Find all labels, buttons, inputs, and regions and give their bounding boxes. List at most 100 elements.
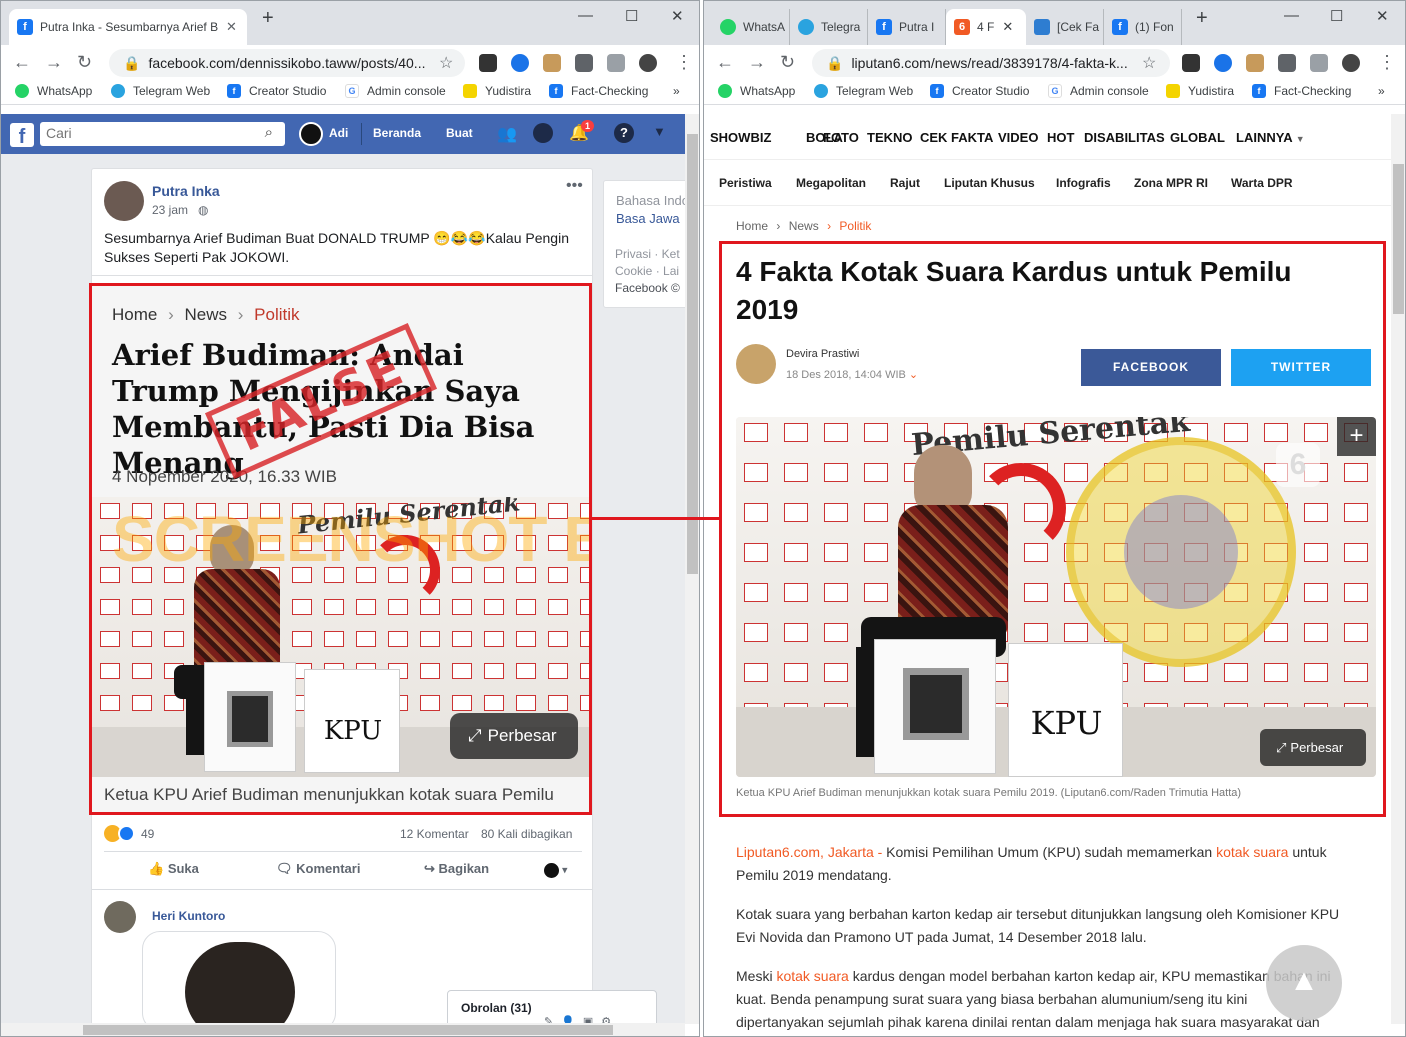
profile-avatar[interactable] bbox=[639, 54, 657, 72]
minimize-icon[interactable]: — bbox=[1284, 7, 1299, 24]
nav-tekno[interactable]: TEKNO bbox=[867, 130, 913, 145]
subnav-megapolitan[interactable]: Megapolitan bbox=[796, 176, 866, 190]
subnav-infografis[interactable]: Infografis bbox=[1056, 176, 1111, 190]
more-bookmarks-icon[interactable]: » bbox=[1378, 84, 1385, 98]
user-name[interactable]: Adi bbox=[329, 126, 348, 140]
extension-c-icon[interactable] bbox=[511, 54, 529, 72]
bookmark-telegram[interactable]: Telegram Web bbox=[814, 84, 913, 98]
minimize-icon[interactable]: — bbox=[578, 7, 593, 24]
media-control-icon[interactable] bbox=[1310, 54, 1328, 72]
share-button[interactable]: ↪ Bagikan bbox=[424, 861, 489, 877]
menu-dots-icon[interactable]: ⋮ bbox=[675, 52, 693, 73]
bookmark-yudistira[interactable]: Yudistira bbox=[1166, 84, 1234, 98]
commenter-avatar[interactable] bbox=[104, 901, 136, 933]
tab-liputan6[interactable]: 64 F ✕ bbox=[946, 9, 1026, 45]
extension-glasses-icon[interactable] bbox=[479, 54, 497, 72]
messenger-icon[interactable] bbox=[533, 123, 553, 143]
nav-create[interactable]: Buat bbox=[446, 126, 473, 140]
bookmark-whatsapp[interactable]: WhatsApp bbox=[718, 84, 795, 98]
reactions[interactable]: 49 bbox=[104, 825, 154, 842]
post-time[interactable]: 23 jam bbox=[152, 203, 188, 217]
tab-whatsapp[interactable]: WhatsA bbox=[712, 9, 790, 45]
subnav-peristiwa[interactable]: Peristiwa bbox=[719, 176, 772, 190]
tab-cek-fakta[interactable]: [Cek Fa bbox=[1026, 9, 1104, 45]
bookmark-fact-checking[interactable]: f Fact-Checking bbox=[549, 84, 648, 98]
nav-global[interactable]: GLOBAL bbox=[1170, 130, 1225, 145]
bookmark-whatsapp[interactable]: WhatsApp bbox=[15, 84, 92, 98]
account-menu-chevron-icon[interactable]: ▼ bbox=[653, 124, 666, 139]
extension-box-icon[interactable] bbox=[1246, 54, 1264, 72]
nav-hot[interactable]: HOT bbox=[1047, 130, 1074, 145]
address-bar[interactable]: 🔒 liputan6.com/news/read/3839178/4-fakta… bbox=[812, 49, 1170, 77]
bookmark-admin-console[interactable]: G Admin console bbox=[345, 84, 446, 98]
subnav-liputan-khusus[interactable]: Liputan Khusus bbox=[944, 176, 1035, 190]
tab-facebook-post[interactable]: f Putra Inka - Sesumbarnya Arief B ✕ bbox=[9, 9, 247, 45]
horizontal-scrollbar[interactable] bbox=[1, 1023, 685, 1036]
extension-c-icon[interactable] bbox=[1214, 54, 1232, 72]
extensions-puzzle-icon[interactable] bbox=[575, 54, 593, 72]
bookmark-telegram[interactable]: Telegram Web bbox=[111, 84, 210, 98]
back-icon[interactable]: ← bbox=[13, 52, 31, 73]
new-tab-icon[interactable]: + bbox=[1196, 7, 1208, 30]
subnav-warta-dpr[interactable]: Warta DPR bbox=[1231, 176, 1293, 190]
commenter-name[interactable]: Heri Kuntoro bbox=[152, 909, 225, 923]
maximize-icon[interactable]: ☐ bbox=[625, 7, 638, 25]
bookmark-admin-console[interactable]: G Admin console bbox=[1048, 84, 1149, 98]
close-window-icon[interactable]: ✕ bbox=[671, 7, 684, 25]
subnav-rajut[interactable]: Rajut bbox=[890, 176, 920, 190]
bookmark-creator-studio[interactable]: f Creator Studio bbox=[930, 84, 1029, 98]
bookmark-yudistira[interactable]: Yudistira bbox=[463, 84, 531, 98]
extensions-puzzle-icon[interactable] bbox=[1278, 54, 1296, 72]
forward-icon[interactable]: → bbox=[748, 52, 766, 73]
nav-home[interactable]: Beranda bbox=[373, 126, 421, 140]
forward-icon[interactable]: → bbox=[45, 52, 63, 73]
help-icon[interactable]: ? bbox=[614, 123, 634, 143]
fb-search-input[interactable] bbox=[46, 122, 246, 144]
nav-cek-fakta[interactable]: CEK FAKTA bbox=[920, 130, 993, 145]
nav-lainnya[interactable]: LAINNYA ▼ bbox=[1236, 130, 1305, 145]
tab-facebook-notif[interactable]: f (1) Fon bbox=[1104, 9, 1182, 45]
close-tab-icon[interactable]: ✕ bbox=[1002, 19, 1013, 35]
subnav-zona-mpr[interactable]: Zona MPR RI bbox=[1134, 176, 1208, 190]
comment-image[interactable] bbox=[142, 931, 336, 1024]
friends-icon[interactable]: 👥 bbox=[497, 124, 517, 144]
scroll-to-top-button[interactable]: ▲ bbox=[1266, 945, 1342, 1021]
post-options-icon[interactable]: ••• bbox=[566, 177, 583, 195]
back-icon[interactable]: ← bbox=[716, 52, 734, 73]
share-count[interactable]: 80 Kali dibagikan bbox=[481, 827, 572, 841]
address-bar[interactable]: 🔒 facebook.com/dennissikobo.taww/posts/4… bbox=[109, 49, 465, 77]
nav-foto[interactable]: FOTO bbox=[823, 130, 859, 145]
tab-telegram[interactable]: Telegra bbox=[790, 9, 868, 45]
maximize-icon[interactable]: ☐ bbox=[1330, 7, 1343, 25]
close-tab-icon[interactable]: ✕ bbox=[226, 19, 237, 35]
profile-avatar[interactable] bbox=[1342, 54, 1360, 72]
chat-bar[interactable]: Obrolan (31) ✎👤▣⚙ bbox=[447, 990, 657, 1024]
comment-button[interactable]: 🗨 Komentari bbox=[276, 861, 360, 877]
post-author[interactable]: Putra Inka bbox=[152, 183, 220, 199]
close-window-icon[interactable]: ✕ bbox=[1376, 7, 1389, 25]
vertical-scrollbar[interactable] bbox=[1391, 114, 1405, 1024]
vertical-scrollbar[interactable] bbox=[685, 114, 699, 1024]
reload-icon[interactable]: ↻ bbox=[77, 52, 92, 73]
search-icon[interactable]: ⌕ bbox=[265, 124, 273, 141]
reload-icon[interactable]: ↻ bbox=[780, 52, 795, 73]
new-tab-icon[interactable]: + bbox=[262, 7, 274, 30]
bookmark-creator-studio[interactable]: f Creator Studio bbox=[227, 84, 326, 98]
tab-facebook-post[interactable]: f Putra I bbox=[868, 9, 946, 45]
media-control-icon[interactable] bbox=[607, 54, 625, 72]
bookmark-fact-checking[interactable]: f Fact-Checking bbox=[1252, 84, 1351, 98]
facebook-logo-icon[interactable]: f bbox=[10, 123, 34, 148]
author-avatar[interactable] bbox=[104, 181, 144, 221]
user-avatar[interactable] bbox=[299, 122, 323, 146]
menu-dots-icon[interactable]: ⋮ bbox=[1378, 52, 1396, 73]
extension-box-icon[interactable] bbox=[543, 54, 561, 72]
nav-disabilitas[interactable]: DISABILITAS bbox=[1084, 130, 1165, 145]
post-as-selector[interactable]: ▾ bbox=[544, 863, 568, 878]
like-button[interactable]: 👍 Suka bbox=[148, 861, 199, 877]
fb-search-box[interactable]: ⌕ bbox=[40, 122, 285, 146]
more-bookmarks-icon[interactable]: » bbox=[673, 84, 680, 98]
bookmark-star-icon[interactable]: ☆ bbox=[439, 53, 453, 73]
bookmark-star-icon[interactable]: ☆ bbox=[1142, 53, 1156, 73]
comment-count[interactable]: 12 Komentar bbox=[400, 827, 469, 841]
nav-video[interactable]: VIDEO bbox=[998, 130, 1038, 145]
